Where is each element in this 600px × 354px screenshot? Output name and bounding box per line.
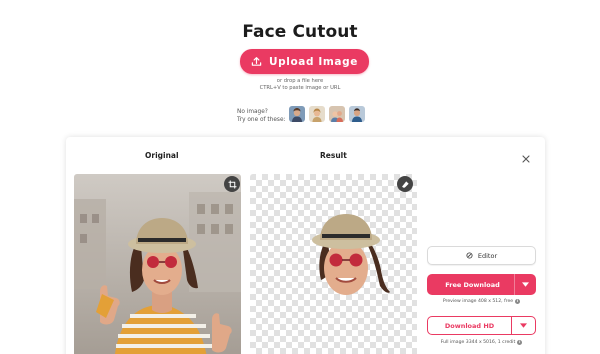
samples-label-line2: Try one of these: bbox=[237, 117, 286, 123]
samples-label: No image? Try one of these: bbox=[237, 108, 285, 124]
drop-hint: or drop a file here bbox=[276, 78, 324, 84]
result-image bbox=[250, 174, 417, 354]
info-icon[interactable]: i bbox=[517, 340, 523, 345]
download-hd-label: Download HD bbox=[444, 321, 495, 330]
upload-icon bbox=[251, 57, 262, 66]
download-hd-button[interactable]: Download HD bbox=[427, 316, 536, 335]
sample-thumb-2[interactable] bbox=[309, 106, 325, 122]
sample-thumb-3[interactable] bbox=[329, 106, 345, 122]
full-note: Full image 3344 x 5016, 1 credit i bbox=[427, 340, 536, 345]
chevron-down-icon[interactable] bbox=[511, 317, 535, 334]
editor-label: Editor bbox=[477, 251, 498, 260]
eraser-icon[interactable] bbox=[397, 176, 413, 192]
paste-hint: CTRL+V to paste image or URL bbox=[259, 85, 341, 91]
result-heading: Result bbox=[320, 151, 347, 160]
page-title: Face Cutout bbox=[242, 22, 358, 42]
preview-note-text: Preview image 408 x 512, free bbox=[442, 299, 514, 304]
original-image bbox=[74, 174, 241, 354]
crop-icon[interactable] bbox=[224, 176, 240, 192]
editor-button[interactable]: Editor bbox=[427, 246, 536, 265]
free-download-label: Free Download bbox=[445, 280, 500, 289]
preview-note: Preview image 408 x 512, free i bbox=[427, 299, 536, 304]
upload-image-button[interactable]: Upload Image bbox=[240, 49, 369, 74]
chevron-down-icon[interactable] bbox=[514, 274, 536, 295]
full-note-text: Full image 3344 x 5016, 1 credit bbox=[440, 340, 516, 345]
info-icon[interactable]: i bbox=[515, 299, 521, 304]
original-heading: Original bbox=[145, 151, 179, 160]
editor-icon bbox=[466, 252, 473, 259]
free-download-button[interactable]: Free Download bbox=[427, 274, 536, 295]
sample-thumbnails bbox=[289, 106, 365, 122]
sample-thumb-4[interactable] bbox=[349, 106, 365, 122]
close-icon[interactable] bbox=[521, 149, 531, 163]
app-root: Face Cutout Upload Image or drop a file … bbox=[0, 0, 600, 354]
sample-thumb-1[interactable] bbox=[289, 106, 305, 122]
samples-label-line1: No image? bbox=[237, 109, 268, 115]
upload-image-label: Upload Image bbox=[269, 55, 358, 68]
